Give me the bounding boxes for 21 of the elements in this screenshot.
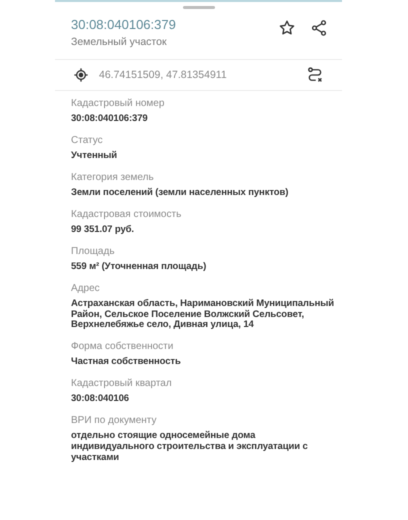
field-value: 30:08:040106 [71, 394, 130, 406]
field-label: Форма собственности [71, 341, 174, 352]
field-value: Частная собственность [71, 357, 182, 368]
field-label: Площадь [71, 246, 116, 257]
field-value: Земли поселений (земли населенных пунктов) [71, 188, 290, 199]
field-label: Кадастровый номер [71, 98, 166, 109]
field-value: 30:08:040106:379 [71, 114, 149, 125]
field-value: Астраханская область, Наримановский Муниципальный Район, Сельское Поселение Волжский Сельсовет, Верхнелебяжье село, Дивная улица, 14 [71, 298, 334, 332]
field-label: Статус [71, 134, 104, 146]
field-value: Учтенный [71, 150, 118, 162]
field-value: 99 351.07 руб. [71, 224, 135, 236]
cadastral-title: 30:08:040106:379 [71, 17, 176, 32]
field-label: Адрес [71, 282, 101, 294]
coordinates-text: 46.74151509, 47.81354911 [99, 69, 228, 81]
field-label: Кадастровая стоимость [71, 208, 182, 220]
field-label: Кадастровый квартал [71, 378, 173, 390]
field-value: 559 м² (Уточненная площадь) [71, 262, 208, 273]
field-label: Категория земель [71, 172, 155, 183]
field-value: отдельно стоящие односемейные дома индивидуального строительства и эксплуатации с участками [71, 431, 309, 464]
object-type: Земельный участок [71, 36, 168, 48]
field-label: ВРИ по документу [71, 415, 158, 426]
